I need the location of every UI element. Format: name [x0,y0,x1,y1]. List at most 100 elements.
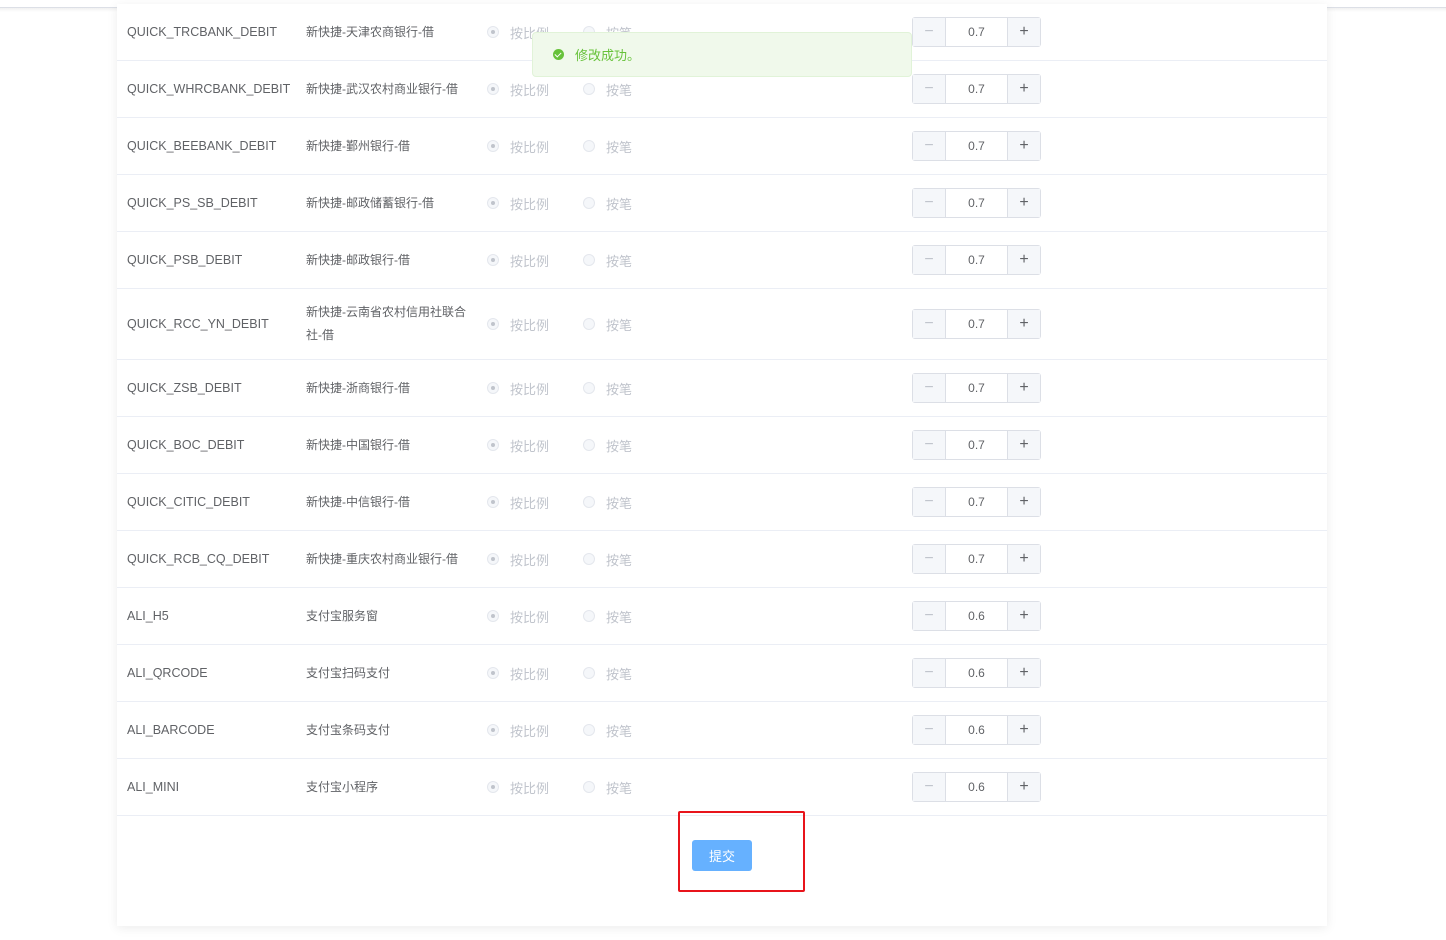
radio-ratio[interactable]: 按比例 [487,588,549,644]
radio-checked-icon[interactable] [487,382,499,394]
decrement-button[interactable]: − [913,488,946,516]
radio-unchecked-icon[interactable] [583,318,595,330]
increment-button[interactable]: + [1007,132,1040,160]
radio-checked-icon[interactable] [487,318,499,330]
rate-input[interactable]: 0.7 [946,310,1007,338]
rate-input[interactable]: 0.7 [946,545,1007,573]
decrement-button[interactable]: − [913,716,946,744]
radio-ratio[interactable]: 按比例 [487,645,549,701]
channel-name: 新快捷-鄞州银行-借 [306,118,476,174]
radio-per-txn[interactable]: 按笔 [583,289,632,359]
rate-input[interactable]: 0.6 [946,773,1007,801]
radio-checked-icon[interactable] [487,26,499,38]
channel-code: QUICK_WHRCBANK_DEBIT [127,82,291,96]
radio-per-txn[interactable]: 按笔 [583,531,632,587]
radio-unchecked-icon[interactable] [583,382,595,394]
radio-per-txn[interactable]: 按笔 [583,417,632,473]
radio-ratio[interactable]: 按比例 [487,118,549,174]
radio-per-txn[interactable]: 按笔 [583,360,632,416]
radio-checked-icon[interactable] [487,724,499,736]
radio-per-txn[interactable]: 按笔 [583,232,632,288]
radio-ratio[interactable]: 按比例 [487,702,549,758]
radio-unchecked-icon[interactable] [583,667,595,679]
radio-checked-icon[interactable] [487,197,499,209]
radio-checked-icon[interactable] [487,140,499,152]
decrement-button[interactable]: − [913,659,946,687]
radio-unchecked-icon[interactable] [583,254,595,266]
decrement-button[interactable]: − [913,602,946,630]
increment-button[interactable]: + [1007,246,1040,274]
rate-input[interactable]: 0.6 [946,716,1007,744]
radio-per-txn[interactable]: 按笔 [583,588,632,644]
radio-checked-icon[interactable] [487,610,499,622]
decrement-button[interactable]: − [913,773,946,801]
radio-checked-icon[interactable] [487,83,499,95]
decrement-button[interactable]: − [913,310,946,338]
radio-ratio[interactable]: 按比例 [487,474,549,530]
increment-button[interactable]: + [1007,189,1040,217]
radio-checked-icon[interactable] [487,667,499,679]
radio-unchecked-icon[interactable] [583,197,595,209]
radio-ratio[interactable]: 按比例 [487,759,549,815]
increment-button[interactable]: + [1007,488,1040,516]
increment-button[interactable]: + [1007,773,1040,801]
radio-unchecked-icon[interactable] [583,140,595,152]
rate-input[interactable]: 0.7 [946,189,1007,217]
table-row: QUICK_PSB_DEBIT 新快捷-邮政银行-借 按比例 按笔 −0.7 + [117,232,1327,289]
radio-checked-icon[interactable] [487,254,499,266]
decrement-button[interactable]: − [913,545,946,573]
radio-per-txn[interactable]: 按笔 [583,474,632,530]
increment-button[interactable]: + [1007,602,1040,630]
radio-ratio[interactable]: 按比例 [487,232,549,288]
radio-ratio[interactable]: 按比例 [487,289,549,359]
decrement-button[interactable]: − [913,132,946,160]
increment-button[interactable]: + [1007,75,1040,103]
radio-per-txn-label: 按笔 [606,666,633,682]
rate-input[interactable]: 0.7 [946,18,1007,46]
decrement-button[interactable]: − [913,189,946,217]
radio-per-txn[interactable]: 按笔 [583,645,632,701]
radio-per-txn[interactable]: 按笔 [583,118,632,174]
radio-ratio[interactable]: 按比例 [487,531,549,587]
radio-unchecked-icon[interactable] [583,439,595,451]
decrement-button[interactable]: − [913,431,946,459]
rate-input[interactable]: 0.6 [946,659,1007,687]
rate-input[interactable]: 0.7 [946,75,1007,103]
radio-per-txn[interactable]: 按笔 [583,175,632,231]
radio-ratio[interactable]: 按比例 [487,175,549,231]
decrement-button[interactable]: − [913,246,946,274]
radio-checked-icon[interactable] [487,553,499,565]
radio-ratio[interactable]: 按比例 [487,417,549,473]
radio-unchecked-icon[interactable] [583,724,595,736]
increment-button[interactable]: + [1007,18,1040,46]
radio-unchecked-icon[interactable] [583,496,595,508]
increment-button[interactable]: + [1007,716,1040,744]
radio-unchecked-icon[interactable] [583,781,595,793]
decrement-button[interactable]: − [913,374,946,402]
rate-input[interactable]: 0.7 [946,488,1007,516]
increment-button[interactable]: + [1007,374,1040,402]
rate-input[interactable]: 0.7 [946,431,1007,459]
increment-button[interactable]: + [1007,310,1040,338]
increment-button[interactable]: + [1007,659,1040,687]
channel-code: QUICK_BEEBANK_DEBIT [127,139,277,153]
radio-checked-icon[interactable] [487,496,499,508]
rate-input[interactable]: 0.7 [946,246,1007,274]
radio-unchecked-icon[interactable] [583,553,595,565]
radio-ratio[interactable]: 按比例 [487,360,549,416]
decrement-button[interactable]: − [913,75,946,103]
radio-unchecked-icon[interactable] [583,83,595,95]
rate-input[interactable]: 0.7 [946,132,1007,160]
radio-per-txn[interactable]: 按笔 [583,702,632,758]
decrement-button[interactable]: − [913,18,946,46]
radio-checked-icon[interactable] [487,439,499,451]
rate-input[interactable]: 0.7 [946,374,1007,402]
increment-button[interactable]: + [1007,545,1040,573]
rate-stepper: −0.6 + [912,588,1041,644]
radio-checked-icon[interactable] [487,781,499,793]
radio-per-txn[interactable]: 按笔 [583,759,632,815]
radio-unchecked-icon[interactable] [583,610,595,622]
toast-message: 修改成功。 [575,48,641,63]
rate-input[interactable]: 0.6 [946,602,1007,630]
increment-button[interactable]: + [1007,431,1040,459]
